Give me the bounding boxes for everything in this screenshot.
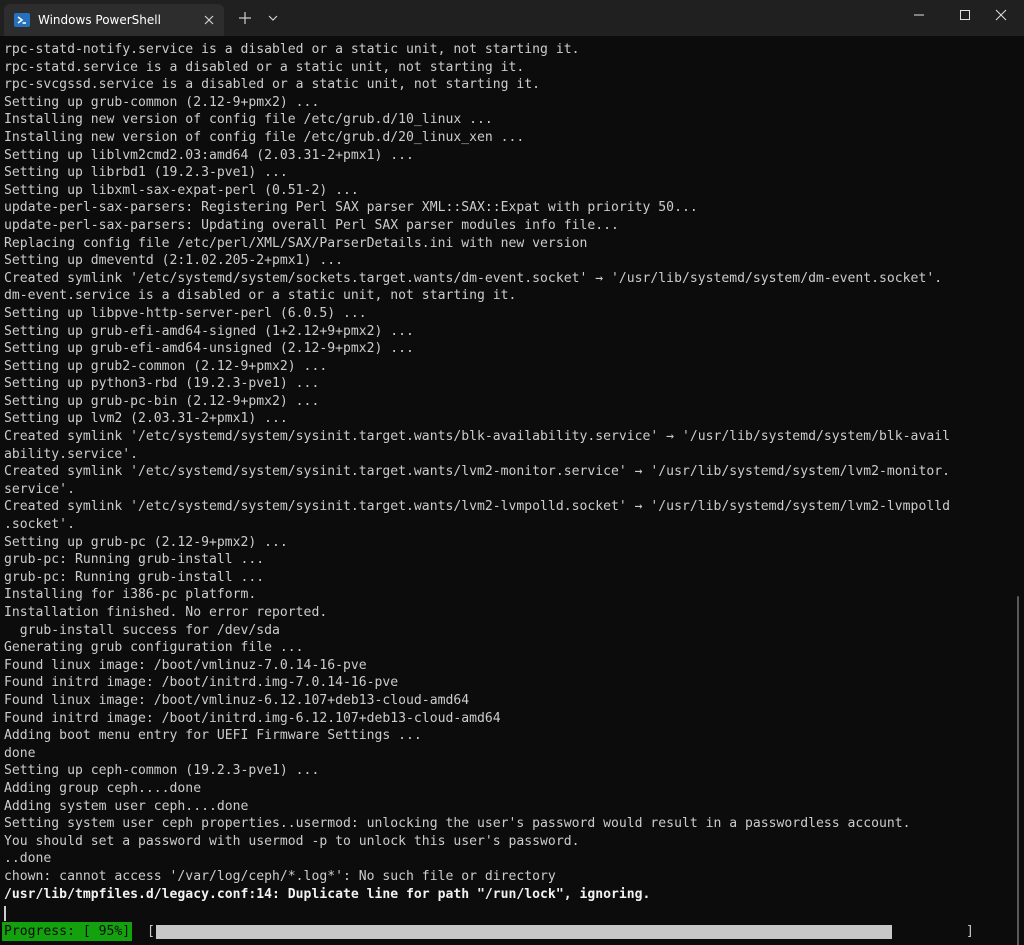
title-bar: Windows PowerShell bbox=[0, 0, 1024, 36]
close-icon[interactable] bbox=[978, 0, 1024, 30]
terminal-line: Found initrd image: /boot/initrd.img-6.1… bbox=[4, 710, 501, 726]
terminal-line: Setting up grub-common (2.12-9+pmx2) ... bbox=[4, 94, 320, 110]
terminal-line: dm-event.service is a disabled or a stat… bbox=[4, 288, 517, 304]
progress-bracket-close: ] bbox=[966, 924, 974, 939]
terminal-line: Setting up grub-pc (2.12-9+pmx2) ... bbox=[4, 534, 288, 550]
terminal-line: Setting up dmeventd (2:1.02.205-2+pmx1) … bbox=[4, 253, 343, 269]
terminal-line: Setting up grub2-common (2.12-9+pmx2) ..… bbox=[4, 358, 328, 374]
terminal-line: Found initrd image: /boot/initrd.img-7.0… bbox=[4, 675, 399, 691]
terminal-line: update-perl-sax-parsers: Updating overal… bbox=[4, 217, 619, 233]
terminal-line: ability.service'. bbox=[4, 446, 139, 462]
terminal-line: Adding boot menu entry for UEFI Firmware… bbox=[4, 728, 422, 744]
terminal-line: Setting up python3-rbd (19.2.3-pve1) ... bbox=[4, 376, 320, 392]
terminal-line: service'. bbox=[4, 481, 75, 497]
terminal-line: Setting up ceph-common (19.2.3-pve1) ... bbox=[4, 763, 320, 779]
terminal-line: Generating grub configuration file ... bbox=[4, 640, 304, 656]
terminal-line: grub-pc: Running grub-install ... bbox=[4, 569, 265, 585]
terminal-line: Setting up libpve-http-server-perl (6.0.… bbox=[4, 305, 367, 321]
terminal-line: Found linux image: /boot/vmlinuz-7.0.14-… bbox=[4, 657, 367, 673]
terminal-line: Adding group ceph....done bbox=[4, 780, 202, 796]
terminal-line: Installing new version of config file /e… bbox=[4, 112, 493, 128]
terminal-line: grub-pc: Running grub-install ... bbox=[4, 552, 265, 568]
close-icon[interactable] bbox=[200, 11, 218, 29]
terminal-line: Created symlink '/etc/systemd/system/sys… bbox=[4, 429, 950, 445]
tab-title: Windows PowerShell bbox=[38, 13, 161, 27]
terminal-line: rpc-statd.service is a disabled or a sta… bbox=[4, 59, 525, 75]
terminal-line: Created symlink '/etc/systemd/system/sys… bbox=[4, 499, 950, 515]
terminal-line: Setting up grub-pc-bin (2.12-9+pmx2) ... bbox=[4, 393, 320, 409]
terminal-line: Setting up lvm2 (2.03.31-2+pmx1) ... bbox=[4, 411, 288, 427]
terminal-line: Installation finished. No error reported… bbox=[4, 605, 328, 620]
progress-track bbox=[156, 925, 931, 939]
tab-windows-powershell[interactable]: Windows PowerShell bbox=[4, 4, 224, 36]
text-cursor bbox=[4, 906, 6, 921]
terminal-line: Setting system user ceph properties..use… bbox=[4, 816, 911, 832]
terminal-line: Found linux image: /boot/vmlinuz-6.12.10… bbox=[4, 692, 470, 708]
terminal-line: Setting up librbd1 (19.2.3-pve1) ... bbox=[4, 165, 288, 181]
terminal-line: /usr/lib/tmpfiles.d/legacy.conf:14: Dupl… bbox=[4, 886, 651, 902]
progress-label: Progress: [ 95%] bbox=[2, 922, 133, 941]
terminal-line: Installing for i386-pc platform. bbox=[4, 587, 257, 603]
terminal-line: update-perl-sax-parsers: Registering Per… bbox=[4, 200, 698, 216]
terminal-line: Installing new version of config file /e… bbox=[4, 129, 525, 145]
progress-bar: Progress: [ 95%] [ ] bbox=[0, 922, 1010, 941]
terminal-line: Setting up libxml-sax-expat-perl (0.51-2… bbox=[4, 182, 359, 198]
terminal-output[interactable]: rpc-statd-notify.service is a disabled o… bbox=[4, 41, 1010, 921]
terminal-line: Created symlink '/etc/systemd/system/sys… bbox=[4, 464, 950, 480]
terminal-line: Setting up grub-efi-amd64-unsigned (2.12… bbox=[4, 341, 414, 357]
terminal-line: Created symlink '/etc/systemd/system/soc… bbox=[4, 270, 943, 286]
terminal-line: Setting up liblvm2cmd2.03:amd64 (2.03.31… bbox=[4, 147, 414, 163]
terminal-line: grub-install success for /dev/sda bbox=[4, 622, 280, 638]
terminal-line: You should set a password with usermod -… bbox=[4, 833, 580, 849]
progress-bracket-open: [ bbox=[147, 924, 155, 939]
terminal-line: .socket'. bbox=[4, 517, 75, 533]
minimize-icon[interactable] bbox=[896, 0, 942, 30]
powershell-icon bbox=[14, 12, 30, 28]
plus-icon[interactable] bbox=[236, 9, 254, 27]
terminal-line: done bbox=[4, 745, 36, 761]
terminal-line: Adding system user ceph....done bbox=[4, 798, 249, 814]
scroll-thumb[interactable] bbox=[1017, 596, 1019, 945]
terminal-line: chown: cannot access '/var/log/ceph/*.lo… bbox=[4, 868, 556, 884]
terminal-line: rpc-statd-notify.service is a disabled o… bbox=[4, 42, 580, 57]
terminal-line: rpc-svcgssd.service is a disabled or a s… bbox=[4, 77, 541, 93]
terminal-line: ..done bbox=[4, 851, 52, 867]
terminal-line: Replacing config file /etc/perl/XML/SAX/… bbox=[4, 235, 588, 251]
progress-fill bbox=[156, 925, 892, 939]
chevron-down-icon[interactable] bbox=[264, 9, 282, 27]
terminal-line: Setting up grub-efi-amd64-signed (1+2.12… bbox=[4, 323, 414, 339]
scrollbar[interactable] bbox=[1012, 36, 1024, 945]
